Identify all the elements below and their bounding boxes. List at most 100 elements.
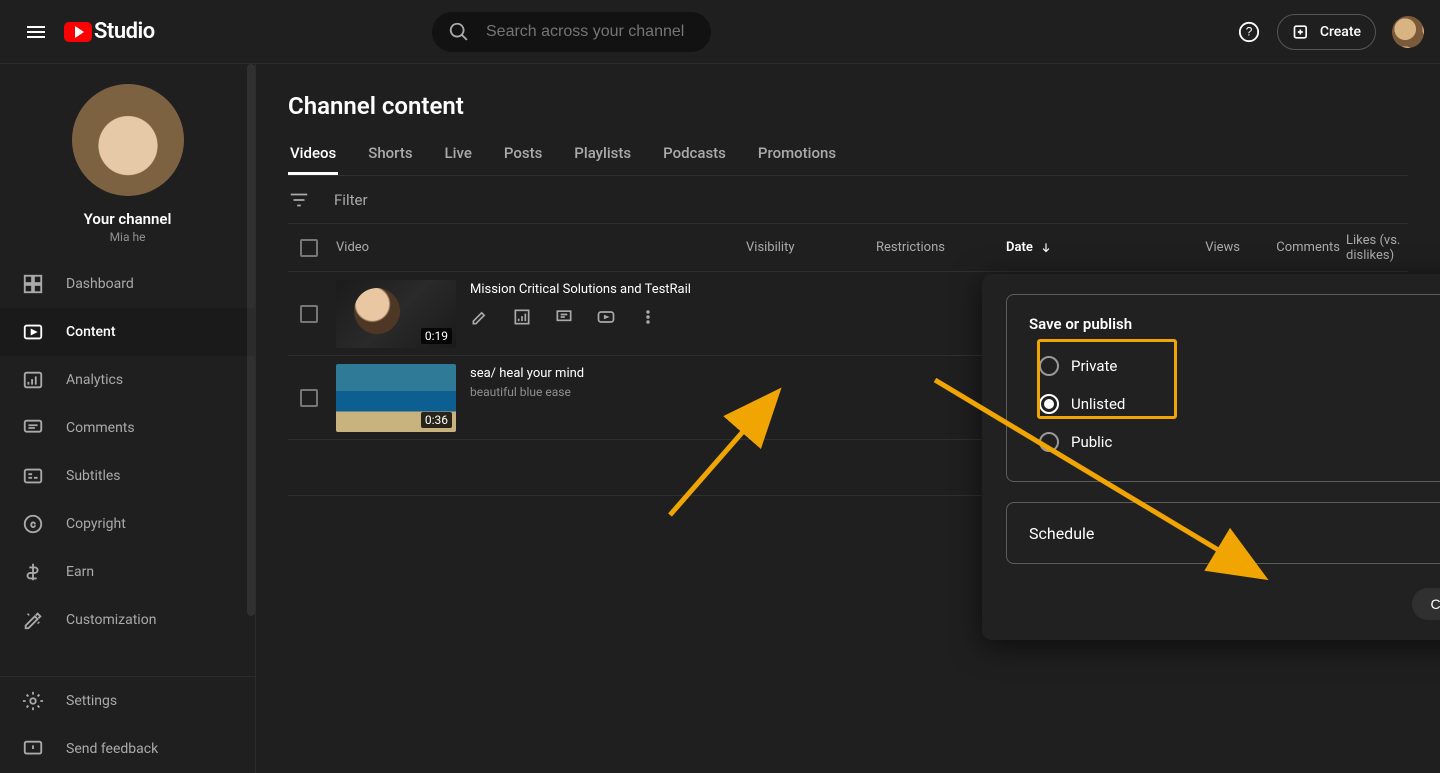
video-duration: 0:36 <box>421 412 452 428</box>
row-checkbox[interactable] <box>300 389 318 407</box>
brand-name: Studio <box>94 19 155 44</box>
search-icon <box>448 21 470 43</box>
tab-live[interactable]: Live <box>443 134 474 175</box>
dashboard-icon <box>22 273 44 295</box>
page-title: Channel content <box>288 92 1408 120</box>
video-thumbnail[interactable]: 0:19 <box>336 280 456 348</box>
sidebar-item-dashboard[interactable]: Dashboard <box>0 260 255 308</box>
video-duration: 0:19 <box>421 328 452 344</box>
sidebar-item-label: Settings <box>66 693 117 709</box>
video-thumbnail[interactable]: 0:36 <box>336 364 456 432</box>
content-icon <box>22 321 44 343</box>
visibility-option-public[interactable]: Public <box>1029 423 1440 461</box>
tab-promotions[interactable]: Promotions <box>756 134 838 175</box>
topbar: Studio ? Create <box>0 0 1440 64</box>
search-input[interactable] <box>484 22 695 42</box>
tab-podcasts[interactable]: Podcasts <box>661 134 728 175</box>
sidebar-item-customization[interactable]: Customization <box>0 596 255 644</box>
sidebar-item-settings[interactable]: Settings <box>0 677 255 725</box>
svg-text:c: c <box>30 520 35 531</box>
sidebar-item-copyright[interactable]: c Copyright <box>0 500 255 548</box>
tab-videos[interactable]: Videos <box>288 134 338 175</box>
tab-shorts[interactable]: Shorts <box>366 134 414 175</box>
sidebar-item-label: Earn <box>66 564 94 580</box>
sort-down-icon <box>1039 241 1053 255</box>
main: Channel content Videos Shorts Live Posts… <box>256 64 1440 773</box>
sidebar-item-label: Comments <box>66 420 135 436</box>
video-title[interactable]: Mission Critical Solutions and TestRail <box>470 282 691 297</box>
youtube-icon <box>64 22 92 42</box>
select-all-checkbox[interactable] <box>300 239 318 257</box>
studio-logo[interactable]: Studio <box>64 19 155 44</box>
filter-bar: Filter <box>288 176 1408 224</box>
more-icon[interactable] <box>638 307 658 327</box>
col-restrictions[interactable]: Restrictions <box>876 240 1006 255</box>
play-on-youtube-icon[interactable] <box>596 307 616 327</box>
subtitles-icon <box>22 465 44 487</box>
channel-name: Mia he <box>16 230 239 244</box>
create-button[interactable]: Create <box>1277 14 1376 50</box>
sidebar-item-earn[interactable]: Earn <box>0 548 255 596</box>
tab-playlists[interactable]: Playlists <box>572 134 633 175</box>
sidebar-nav: Dashboard Content Analytics Comments Sub… <box>0 260 255 644</box>
sidebar-item-feedback[interactable]: Send feedback <box>0 725 255 773</box>
channel-label: Your channel <box>16 210 239 228</box>
visibility-option-private[interactable]: Private <box>1029 347 1440 385</box>
sidebar-item-label: Subtitles <box>66 468 121 484</box>
row-checkbox[interactable] <box>300 305 318 323</box>
radio-icon <box>1039 394 1059 414</box>
create-icon <box>1292 22 1312 42</box>
channel-header: Your channel Mia he <box>0 64 255 252</box>
filter-icon[interactable] <box>288 189 310 211</box>
sidebar-item-label: Customization <box>66 612 156 628</box>
sidebar-item-label: Send feedback <box>66 741 158 757</box>
schedule-label: Schedule <box>1029 524 1094 543</box>
save-publish-card: Save or publish Private Unlisted Public <box>1006 294 1440 482</box>
channel-avatar[interactable] <box>72 84 184 196</box>
sidebar-item-label: Dashboard <box>66 276 134 292</box>
earn-icon <box>22 561 44 583</box>
analytics-icon[interactable] <box>512 307 532 327</box>
option-label: Unlisted <box>1071 395 1125 413</box>
option-label: Private <box>1071 357 1117 375</box>
feedback-icon <box>22 738 44 760</box>
video-title[interactable]: sea/ heal your mind <box>470 366 584 381</box>
profile-avatar[interactable] <box>1392 16 1424 48</box>
col-likes[interactable]: Likes (vs. dislikes) <box>1346 233 1440 263</box>
cancel-button[interactable]: Cancel <box>1412 588 1440 620</box>
col-visibility[interactable]: Visibility <box>746 240 876 255</box>
edit-icon[interactable] <box>470 307 490 327</box>
analytics-icon <box>22 369 44 391</box>
table-header: Video Visibility Restrictions Date Views… <box>288 224 1408 272</box>
hamburger-menu-icon[interactable] <box>16 12 56 52</box>
radio-icon <box>1039 432 1059 452</box>
col-date[interactable]: Date <box>1006 240 1156 255</box>
sidebar-item-label: Analytics <box>66 372 123 388</box>
comments-icon[interactable] <box>554 307 574 327</box>
visibility-popover: Save or publish Private Unlisted Public … <box>982 274 1440 640</box>
tab-posts[interactable]: Posts <box>502 134 544 175</box>
sidebar-item-label: Content <box>66 324 116 340</box>
schedule-card[interactable]: Schedule <box>1006 502 1440 564</box>
filter-placeholder[interactable]: Filter <box>334 191 368 209</box>
sidebar-item-label: Copyright <box>66 516 126 532</box>
sidebar: Your channel Mia he Dashboard Content An… <box>0 64 256 773</box>
gear-icon <box>22 690 44 712</box>
comments-icon <box>22 417 44 439</box>
sidebar-item-subtitles[interactable]: Subtitles <box>0 452 255 500</box>
radio-icon <box>1039 356 1059 376</box>
option-label: Public <box>1071 433 1112 451</box>
svg-text:?: ? <box>1246 24 1253 38</box>
sidebar-item-analytics[interactable]: Analytics <box>0 356 255 404</box>
video-description: beautiful blue ease <box>470 385 584 399</box>
customization-icon <box>22 609 44 631</box>
create-label: Create <box>1320 24 1361 40</box>
sidebar-item-content[interactable]: Content <box>0 308 255 356</box>
col-views[interactable]: Views <box>1205 240 1246 255</box>
search-bar[interactable] <box>432 12 711 52</box>
visibility-option-unlisted[interactable]: Unlisted <box>1029 385 1440 423</box>
help-icon[interactable]: ? <box>1229 12 1269 52</box>
col-comments[interactable]: Comments <box>1276 240 1346 255</box>
sidebar-item-comments[interactable]: Comments <box>0 404 255 452</box>
row-toolbar <box>470 307 691 327</box>
